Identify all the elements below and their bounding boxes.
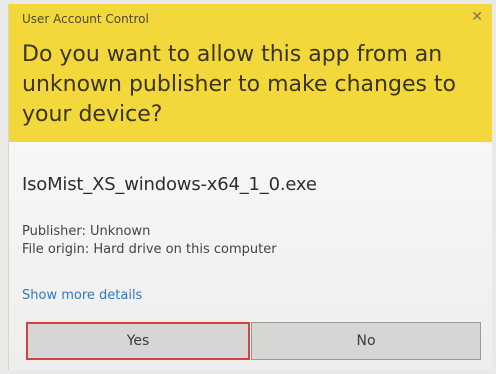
dialog-body: IsoMist_XS_windows-x64_1_0.exe Publisher…: [9, 142, 492, 370]
yes-button[interactable]: Yes: [26, 322, 250, 360]
close-icon[interactable]: ✕: [471, 8, 483, 26]
file-origin-text: File origin: Hard drive on this computer: [22, 242, 277, 257]
show-more-details-link[interactable]: Show more details: [22, 288, 142, 303]
dialog-header: User Account Control ✕ Do you want to al…: [9, 4, 492, 142]
uac-dialog: User Account Control ✕ Do you want to al…: [8, 4, 492, 370]
publisher-text: Publisher: Unknown: [22, 224, 151, 239]
app-name: IsoMist_XS_windows-x64_1_0.exe: [22, 174, 317, 195]
dialog-title: User Account Control: [22, 12, 149, 26]
dialog-question: Do you want to allow this app from an un…: [22, 42, 457, 127]
no-button[interactable]: No: [251, 322, 481, 360]
